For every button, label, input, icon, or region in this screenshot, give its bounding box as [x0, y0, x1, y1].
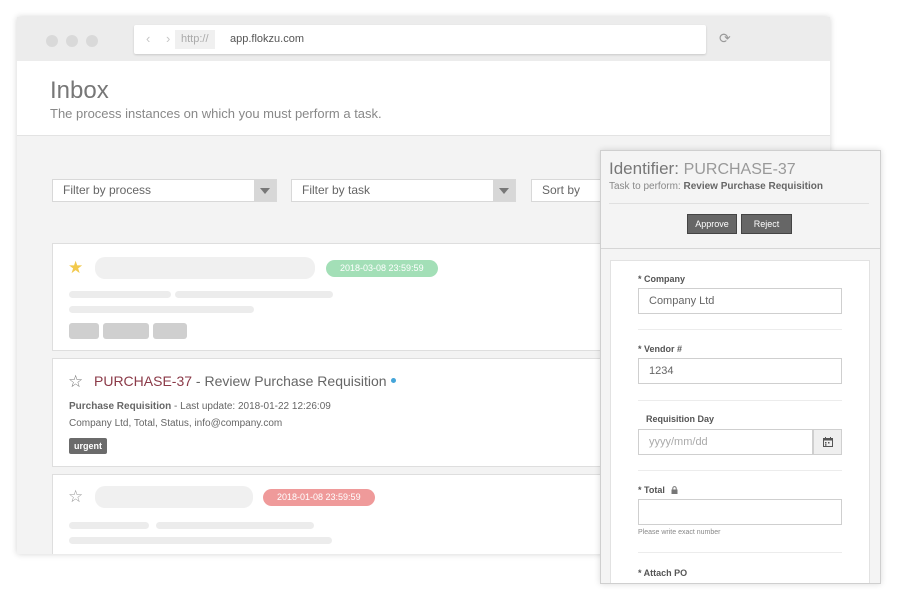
task-name: Review Purchase Requisition: [204, 373, 387, 389]
company-label: * Company: [638, 274, 686, 284]
skeleton-line: [156, 522, 314, 529]
task-to-perform-label: Task to perform:: [609, 181, 684, 192]
vendor-field[interactable]: 1234: [638, 358, 842, 384]
star-outline-icon[interactable]: ☆: [68, 373, 83, 390]
identifier-value: PURCHASE-37: [683, 161, 796, 178]
task-fields: Company Ltd, Total, Status, info@company…: [69, 418, 283, 429]
panel-identifier: Identifier: PURCHASE-37: [609, 159, 796, 179]
browser-titlebar: ‹ › http:// app.flokzu.com ⟳: [17, 17, 830, 61]
divider: [609, 203, 869, 204]
skeleton-line: [69, 306, 254, 313]
page-subtitle: The process instances on which you must …: [50, 106, 382, 121]
nav-arrows-icon[interactable]: ‹ ›: [146, 31, 176, 46]
total-label: * Total: [638, 485, 678, 495]
task-title[interactable]: PURCHASE-37 - Review Purchase Requisitio…: [94, 373, 396, 389]
task-detail-panel: Identifier: PURCHASE-37 Task to perform:…: [600, 150, 881, 584]
url-protocol: http://: [175, 30, 215, 49]
panel-task: Task to perform: Review Purchase Requisi…: [609, 181, 823, 192]
task-title-separator: -: [192, 373, 205, 389]
divider: [638, 552, 842, 553]
status-dot-icon: [390, 378, 396, 383]
calendar-icon[interactable]: [813, 429, 842, 455]
list-item[interactable]: ★ 2018-03-08 23:59:59: [52, 243, 612, 351]
divider: [638, 329, 842, 330]
task-process-name: Purchase Requisition: [69, 401, 172, 412]
window-maximize-dot[interactable]: [86, 35, 98, 47]
address-bar[interactable]: ‹ › http:// app.flokzu.com: [134, 25, 706, 54]
skeleton-title: [95, 486, 253, 508]
urgent-tag: urgent: [69, 438, 107, 454]
window-minimize-dot[interactable]: [66, 35, 78, 47]
star-outline-icon[interactable]: ☆: [68, 488, 83, 505]
vendor-label: * Vendor #: [638, 344, 683, 354]
reject-button[interactable]: Reject: [741, 214, 792, 234]
skeleton-line: [69, 522, 149, 529]
window-close-dot[interactable]: [46, 35, 58, 47]
url-text[interactable]: app.flokzu.com: [230, 25, 304, 54]
filter-process-select[interactable]: Filter by process: [52, 179, 277, 202]
task-id: PURCHASE-37: [94, 373, 193, 389]
company-field[interactable]: Company Ltd: [638, 288, 842, 314]
list-item[interactable]: ☆ 2018-01-08 23:59:59: [52, 474, 612, 554]
identifier-label: Identifier:: [609, 159, 684, 178]
total-hint: Please write exact number: [638, 529, 721, 536]
divider: [638, 470, 842, 471]
task-form: * Company Company Ltd * Vendor # 1234 Re…: [610, 260, 870, 583]
filter-task-select[interactable]: Filter by task: [291, 179, 516, 202]
approve-button[interactable]: Approve: [687, 214, 737, 234]
reload-icon[interactable]: ⟳: [719, 30, 731, 47]
attach-po-label: * Attach PO: [638, 568, 688, 578]
requisition-day-field[interactable]: yyyy/mm/dd: [638, 429, 813, 455]
divider: [601, 248, 880, 249]
skeleton-line: [69, 291, 171, 298]
total-label-text: * Total: [638, 485, 665, 495]
star-filled-icon[interactable]: ★: [68, 259, 83, 276]
chevron-down-icon: [493, 180, 515, 201]
total-field[interactable]: [638, 499, 842, 525]
skeleton-chip: [153, 323, 187, 339]
skeleton-line: [69, 537, 332, 544]
chevron-down-icon: [254, 180, 276, 201]
page-header: Inbox The process instances on which you…: [17, 61, 830, 136]
requisition-day-label: Requisition Day: [646, 414, 715, 424]
task-to-perform-value: Review Purchase Requisition: [683, 181, 823, 192]
lock-icon: [671, 486, 678, 494]
task-meta: Purchase Requisition - Last update: 2018…: [69, 401, 331, 412]
skeleton-title: [95, 257, 315, 279]
skeleton-chip: [103, 323, 149, 339]
page-title: Inbox: [50, 77, 109, 104]
skeleton-chip: [69, 323, 99, 339]
skeleton-line: [175, 291, 333, 298]
due-date-badge: 2018-03-08 23:59:59: [326, 260, 438, 277]
task-last-update: - Last update: 2018-01-22 12:26:09: [171, 401, 331, 412]
due-date-badge: 2018-01-08 23:59:59: [263, 489, 375, 506]
divider: [638, 400, 842, 401]
sort-label: Sort by: [542, 183, 581, 197]
task-card-purchase-37[interactable]: ☆ PURCHASE-37 - Review Purchase Requisit…: [52, 358, 612, 467]
filter-process-label: Filter by process: [63, 183, 152, 197]
filter-task-label: Filter by task: [302, 183, 371, 197]
